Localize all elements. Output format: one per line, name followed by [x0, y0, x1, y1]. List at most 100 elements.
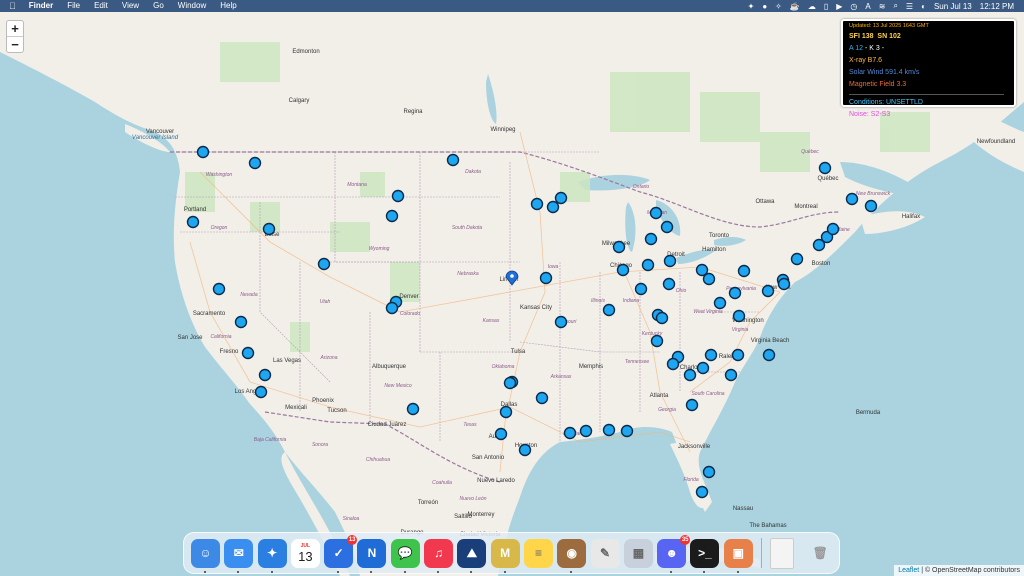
station-marker[interactable] [616, 263, 630, 277]
station-marker[interactable] [391, 189, 405, 203]
station-marker[interactable] [446, 153, 460, 167]
station-marker[interactable] [554, 315, 568, 329]
menu-edit[interactable]: Edit [87, 0, 115, 12]
cloud-icon[interactable]: ☁ [808, 2, 816, 11]
station-marker[interactable] [546, 200, 560, 214]
dock-finder-icon[interactable]: ☺ [191, 538, 220, 573]
dock-reminders-icon[interactable]: ✓ 13 [324, 534, 358, 573]
zoom-in-button[interactable]: + [7, 21, 23, 36]
station-marker[interactable] [762, 348, 776, 362]
station-marker[interactable] [704, 348, 718, 362]
station-marker[interactable] [818, 161, 832, 175]
dock-calendar-icon[interactable]: JUL 13 [290, 538, 320, 568]
station-marker[interactable] [494, 427, 508, 441]
station-marker[interactable] [186, 215, 200, 229]
station-marker[interactable] [385, 209, 399, 223]
station-marker[interactable] [602, 423, 616, 437]
menu-view[interactable]: View [115, 0, 146, 12]
station-marker[interactable] [662, 277, 676, 291]
spotlight-search-icon[interactable]: ⌕ [893, 1, 897, 11]
station-marker[interactable] [663, 254, 677, 268]
keyboard-input-icon[interactable]: A [865, 2, 870, 11]
station-marker[interactable] [660, 220, 674, 234]
dock-m-app-icon[interactable]: M [490, 538, 520, 573]
dock-notes-app-icon[interactable]: N [357, 538, 387, 573]
clock-icon[interactable]: ◷ [850, 2, 857, 11]
dock-notes-icon[interactable]: ≡ [523, 538, 553, 568]
station-marker[interactable] [724, 368, 738, 382]
dock-mail-icon[interactable]: ✉ [224, 538, 254, 573]
station-marker[interactable] [620, 424, 634, 438]
menu-go[interactable]: Go [146, 0, 171, 12]
status-cup-icon[interactable]: ☕ [790, 2, 800, 11]
station-marker[interactable] [713, 296, 727, 310]
date-text[interactable]: Sun Jul 13 [934, 2, 972, 11]
time-text[interactable]: 12:12 PM [980, 2, 1014, 11]
play-icon[interactable]: ▶ [836, 2, 842, 11]
dock-terminal-icon[interactable]: >_ [690, 538, 720, 573]
station-marker[interactable] [728, 286, 742, 300]
dock-trash-icon[interactable]: 🗑 [806, 539, 835, 568]
location-pin-icon[interactable] [505, 270, 519, 286]
station-marker[interactable] [602, 303, 616, 317]
station-marker[interactable] [612, 240, 626, 254]
station-marker[interactable] [845, 192, 859, 206]
dock-safari-icon[interactable]: ✦ [257, 538, 287, 573]
station-marker[interactable] [790, 252, 804, 266]
station-marker[interactable] [254, 385, 268, 399]
station-marker[interactable] [248, 156, 262, 170]
station-marker[interactable] [695, 485, 709, 499]
station-marker[interactable] [685, 398, 699, 412]
zoom-out-button[interactable]: − [7, 36, 23, 52]
station-marker[interactable] [317, 257, 331, 271]
station-marker[interactable] [683, 368, 697, 382]
station-marker[interactable] [563, 426, 577, 440]
station-marker[interactable] [641, 258, 655, 272]
dock-music-icon[interactable]: ♫ [424, 538, 454, 573]
station-marker[interactable] [503, 376, 517, 390]
station-marker[interactable] [777, 277, 791, 291]
book-icon[interactable]: ▯ [824, 2, 828, 11]
station-marker[interactable] [234, 315, 248, 329]
menu-file[interactable]: File [60, 0, 87, 12]
station-marker[interactable] [731, 348, 745, 362]
station-marker[interactable] [518, 443, 532, 457]
station-marker[interactable] [406, 402, 420, 416]
menu-window[interactable]: Window [171, 0, 213, 12]
station-marker[interactable] [649, 206, 663, 220]
menu-app-name[interactable]: Finder [22, 0, 60, 12]
status-bird-icon[interactable]: ✧ [775, 2, 782, 11]
station-marker[interactable] [655, 311, 669, 325]
wifi-icon[interactable]: ≋ [879, 2, 886, 11]
station-marker[interactable] [385, 301, 399, 315]
station-marker[interactable] [864, 199, 878, 213]
station-marker[interactable] [554, 191, 568, 205]
station-marker[interactable] [241, 346, 255, 360]
apple-menu-icon[interactable]:  [0, 0, 22, 12]
dock-package-app-icon[interactable]: ▣ [723, 538, 753, 573]
station-marker[interactable] [666, 357, 680, 371]
menu-help[interactable]: Help [213, 0, 243, 12]
dock-bundle-app-icon[interactable]: ◉ [557, 538, 587, 573]
station-marker[interactable] [212, 282, 226, 296]
dock-document-icon[interactable] [769, 537, 794, 569]
station-marker[interactable] [696, 361, 710, 375]
station-marker[interactable] [737, 264, 751, 278]
station-marker[interactable] [702, 465, 716, 479]
control-center-icon[interactable]: ☰ [906, 2, 913, 11]
station-marker[interactable] [258, 368, 272, 382]
station-marker[interactable] [644, 232, 658, 246]
status-app-icon[interactable]: ● [762, 2, 767, 11]
station-marker[interactable] [634, 282, 648, 296]
dock-textedit-icon[interactable]: ✎ [590, 538, 620, 568]
station-marker[interactable] [826, 222, 840, 236]
station-marker[interactable] [196, 145, 210, 159]
dock-launchpad-icon[interactable]: ▦ [623, 538, 653, 568]
dock-discord-icon[interactable]: ☻ 35 [657, 534, 691, 573]
station-marker[interactable] [702, 272, 716, 286]
station-marker[interactable] [535, 391, 549, 405]
dock-messages-icon[interactable]: 💬 [390, 538, 420, 573]
dock-mountains-app-icon[interactable]: ⛰ [457, 538, 487, 573]
station-marker[interactable] [539, 271, 553, 285]
osm-attribution[interactable]: | © OpenStreetMap contributors [921, 567, 1020, 574]
